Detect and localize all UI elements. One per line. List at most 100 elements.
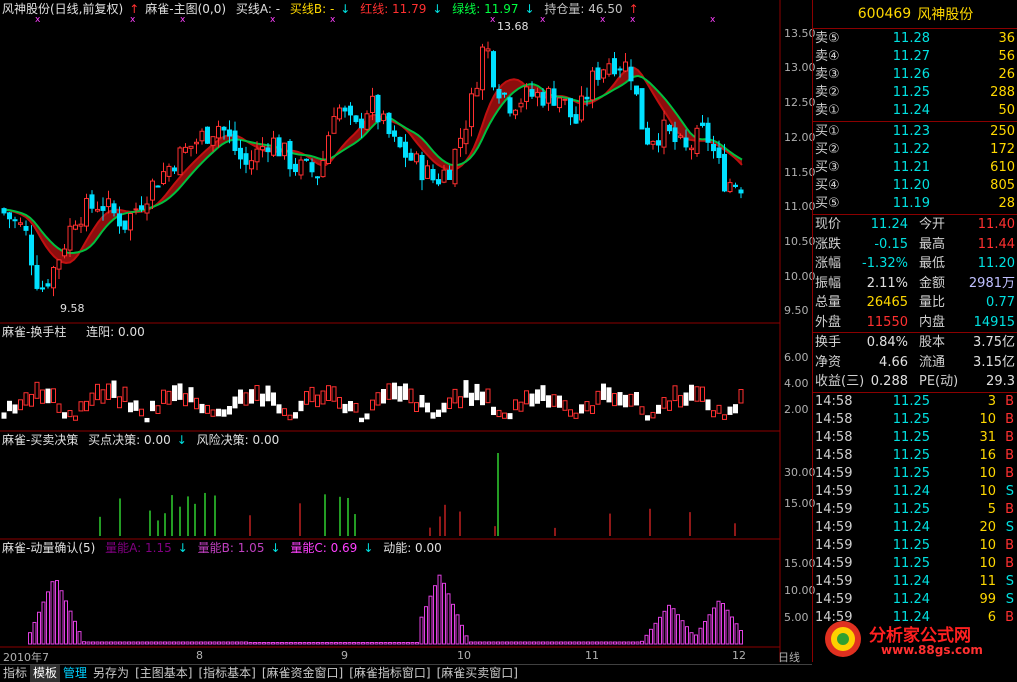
momentum-bar [298, 642, 302, 645]
tick-list[interactable]: 14:58 11.25 3 B 14:58 11.25 10 B 14:58 1… [813, 393, 1017, 627]
momentum-bar [424, 606, 428, 645]
y-tick: 30.00 [784, 466, 816, 479]
candle-body [711, 143, 716, 152]
candle-body [546, 87, 551, 104]
candle-body [227, 129, 232, 137]
candle-body [265, 147, 271, 153]
momentum-bar [635, 641, 640, 645]
turnover-bar [188, 387, 194, 403]
candle-body [414, 153, 419, 163]
candle-body [656, 140, 661, 146]
momentum-bar [334, 642, 338, 645]
turnover-bar [62, 412, 67, 419]
tab-indicator-basic[interactable]: [指标基本] [195, 665, 258, 682]
buy-level-row[interactable]: 买② 11.22 172 [813, 141, 1017, 159]
stat-value: 0.84% [866, 335, 908, 350]
sell-level-row[interactable]: 卖③ 11.26 26 [813, 66, 1017, 84]
tab-main-basic[interactable]: [主图基本] [132, 665, 195, 682]
turnover-bar [700, 386, 705, 402]
buy-level-row[interactable]: 买⑤ 11.19 28 [813, 195, 1017, 213]
turnover-bar [667, 400, 672, 411]
candle-body [359, 118, 364, 129]
candle-body [606, 63, 612, 75]
turnover-bar [447, 397, 452, 409]
sell-level-row[interactable]: 卖④ 11.27 56 [813, 48, 1017, 66]
tick-time: 14:58 [815, 411, 853, 427]
tick-direction: S [1005, 591, 1014, 607]
risk-decision-label: 风险决策: 0.00 [196, 433, 280, 447]
turnover-bar [716, 404, 722, 414]
candle-body [557, 97, 562, 109]
candle-body [727, 182, 733, 193]
candle-body [139, 205, 144, 210]
momentum-bar [478, 641, 482, 645]
momentum-bar [392, 642, 397, 645]
candle-body [331, 116, 337, 134]
turnover-bar [342, 403, 348, 414]
momentum-bar [352, 642, 356, 645]
turnover-bar [425, 402, 430, 413]
y-tick: 10.00 [784, 270, 816, 283]
tab-fund-window[interactable]: [麻雀资金窗口] [259, 665, 346, 682]
tab-manage[interactable]: 管理 [60, 665, 90, 682]
tab-save-as[interactable]: 另存为 [90, 665, 132, 682]
buy-level-row[interactable]: 买③ 11.21 610 [813, 159, 1017, 177]
turnover-bar [111, 380, 117, 398]
watermark: 分析家公式网 www.88gs.com [817, 615, 1017, 663]
candle-body [260, 146, 265, 151]
momentum-bar [460, 624, 464, 645]
candle-body [595, 67, 601, 80]
tab-template[interactable]: 模板 [30, 665, 61, 682]
candle-body [249, 160, 254, 170]
turnover-bar [606, 387, 612, 403]
tick-time: 14:59 [815, 501, 853, 517]
tab-indicator[interactable]: 指标 [0, 665, 30, 682]
candle-body [496, 88, 502, 99]
stat-label: 外盘 [815, 314, 842, 330]
momentum-bar [563, 641, 568, 645]
sell-level-row[interactable]: 卖② 11.25 288 [813, 84, 1017, 102]
turnover-bar [590, 405, 595, 414]
period-label[interactable]: 日线 [778, 649, 800, 665]
y-tick: 15.00 [784, 497, 816, 510]
momentum-bar [208, 641, 212, 645]
sell-level-row[interactable]: 卖① 11.24 50 [813, 102, 1017, 120]
buy-level-row[interactable]: 买④ 11.20 805 [813, 177, 1017, 195]
momentum-bar [419, 616, 424, 645]
buy-level-row[interactable]: 买① 11.23 250 [813, 123, 1017, 141]
turnover-bar [694, 386, 700, 402]
momentum-bar [388, 642, 392, 645]
momentum-bar [514, 641, 518, 645]
turnover-bar [485, 388, 491, 404]
sell-level-row[interactable]: 卖⑤ 11.28 36 [813, 30, 1017, 48]
turnover-bar [463, 380, 469, 398]
turnover-bar [56, 403, 62, 413]
buy-level-label: 买① [815, 124, 840, 139]
momentum-bar [581, 641, 586, 645]
turnover-bar [166, 390, 172, 405]
momentum-bar [518, 641, 523, 645]
turnover-bar [496, 409, 502, 418]
momentum-bar [617, 641, 622, 645]
tick-price: 11.24 [892, 591, 930, 607]
turnover-bar [260, 393, 265, 407]
turnover-bar [414, 402, 419, 413]
volume-c-label: 量能C: 0.69 [290, 541, 358, 555]
candle-body [425, 165, 430, 179]
tick-time: 14:58 [815, 429, 853, 445]
candle-body [84, 197, 89, 227]
tab-indicator-window[interactable]: [麻雀指标窗口] [346, 665, 433, 682]
candle-body [304, 158, 309, 161]
momentum-bar [397, 642, 401, 645]
fundamental-stats: 换手 0.84% 股本 3.75亿 净资 4.66 流通 3.15亿 收益(三)… [813, 333, 1017, 393]
sell-level-volume: 36 [998, 31, 1015, 46]
candle-body [45, 283, 51, 287]
chart-area[interactable]: x x x x x x x x x x 风神股份(日线,前复权) ↑ 麻雀-主图(0,0) 买线A: … [0, 0, 816, 665]
stat-label: PE(动) [919, 374, 959, 389]
turnover-bar [573, 412, 579, 419]
candle-body [95, 208, 100, 212]
tick-volume: 10 [979, 537, 996, 553]
stat-value: 0.288 [870, 374, 908, 389]
tab-trade-window[interactable]: [麻雀买卖窗口] [434, 665, 521, 682]
momentum-bar [676, 614, 680, 645]
